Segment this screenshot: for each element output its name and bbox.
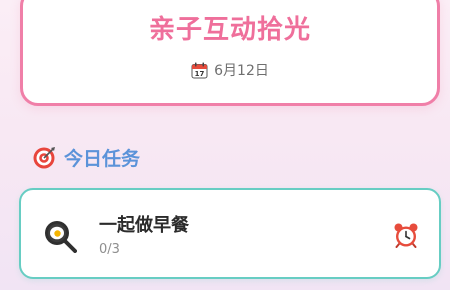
section-header: 今日任务	[32, 144, 140, 171]
task-progress: 0/3	[99, 242, 120, 257]
target-icon	[32, 146, 56, 170]
task-title: 一起做早餐	[99, 215, 189, 236]
date-row: 17 6月12日	[23, 60, 437, 80]
frying-pan-icon	[43, 219, 77, 253]
section-title: 今日任务	[64, 148, 141, 170]
header-card: 亲子互动拾光 17 6月12日	[20, 0, 440, 106]
current-date: 6月12日	[214, 63, 269, 79]
app-title: 亲子互动拾光	[148, 15, 311, 45]
svg-text:17: 17	[195, 70, 205, 78]
calendar-icon: 17	[191, 62, 208, 79]
alarm-clock-icon[interactable]	[393, 222, 419, 248]
task-card[interactable]: 一起做早餐 0/3	[19, 188, 441, 279]
